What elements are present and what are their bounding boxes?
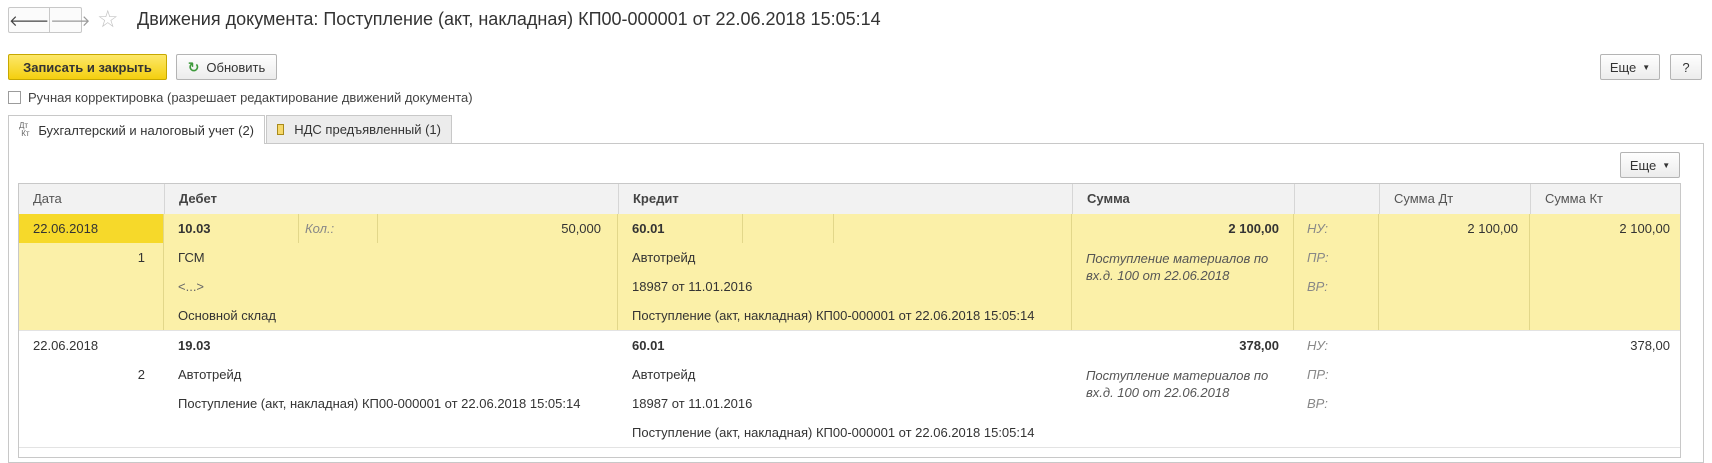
debit-subconto-2: Поступление (акт, накладная) КП00-000001… <box>178 396 581 411</box>
register-icon <box>277 124 285 135</box>
credit-subconto-3: Поступление (акт, накладная) КП00-000001… <box>632 425 1035 440</box>
col-sum[interactable]: Сумма <box>1072 184 1294 214</box>
credit-subconto-1: Автотрейд <box>632 367 696 382</box>
row-number: 2 <box>137 367 145 382</box>
posting-sum: 2 100,00 <box>1228 221 1279 236</box>
vr-label: ВР: <box>1307 279 1328 294</box>
chevron-down-icon: ▼ <box>1642 62 1651 72</box>
debit-account: 19.03 <box>178 338 211 353</box>
col-date[interactable]: Дата <box>19 184 164 214</box>
debit-subconto-3: Основной склад <box>178 308 276 323</box>
nu-sum-kt: 2 100,00 <box>1619 221 1670 236</box>
chevron-down-icon: ▼ <box>1662 160 1671 170</box>
table-row[interactable]: 22.06.2018 1 10.03 Кол.: 50,000 ГСМ <...… <box>19 214 1680 330</box>
credit-subconto-3: Поступление (акт, накладная) КП00-000001… <box>632 308 1035 323</box>
col-credit[interactable]: Кредит <box>618 184 1072 214</box>
column-divider <box>377 214 378 243</box>
manual-edit-checkbox[interactable] <box>8 91 21 104</box>
column-divider <box>1293 214 1294 330</box>
credit-subconto-2: 18987 от 11.01.2016 <box>632 279 753 294</box>
table-header: Дата Дебет Кредит Сумма Сумма Дт Сумма К… <box>19 184 1680 215</box>
pr-label: ПР: <box>1307 250 1329 265</box>
manual-edit-option[interactable]: Ручная корректировка (разрешает редактир… <box>8 90 473 105</box>
credit-subconto-2: 18987 от 11.01.2016 <box>632 396 753 411</box>
row-divider <box>19 447 1680 448</box>
more-button[interactable]: Еще ▼ <box>1600 54 1660 80</box>
pr-label: ПР: <box>1307 367 1329 382</box>
postings-table[interactable]: Дата Дебет Кредит Сумма Сумма Дт Сумма К… <box>18 183 1681 458</box>
tab-vat[interactable]: НДС предъявленный (1) <box>266 115 452 143</box>
posting-description: Поступление материалов по вх.д. 100 от 2… <box>1086 368 1269 400</box>
debit-quantity: 50,000 <box>561 221 601 236</box>
help-button[interactable]: ? <box>1670 54 1702 80</box>
window-title: Движения документа: Поступление (акт, на… <box>137 9 881 29</box>
back-button[interactable]: 🡐 <box>9 8 49 32</box>
column-divider <box>617 214 618 330</box>
debit-account: 10.03 <box>178 221 211 236</box>
column-divider <box>742 214 743 243</box>
table-row[interactable]: 22.06.2018 2 19.03 Автотрейд Поступление… <box>19 331 1680 447</box>
tab-accounting[interactable]: Дт Кт Бухгалтерский и налоговый учет (2) <box>8 115 265 144</box>
posting-sum: 378,00 <box>1239 338 1279 353</box>
more-label: Еще <box>1609 59 1637 75</box>
column-divider <box>833 214 834 243</box>
nu-sum-kt: 378,00 <box>1630 338 1670 353</box>
arrow-right-icon: 🡒 <box>50 12 91 30</box>
col-sum-kt[interactable]: Сумма Кт <box>1530 184 1682 214</box>
column-divider <box>298 214 299 243</box>
col-sum-dt[interactable]: Сумма Дт <box>1379 184 1530 214</box>
column-divider <box>163 214 164 330</box>
debit-subconto-1: Автотрейд <box>178 367 242 382</box>
manual-edit-label: Ручная корректировка (разрешает редактир… <box>28 90 473 105</box>
tab-vat-label: НДС предъявленный (1) <box>294 122 441 137</box>
nu-label: НУ: <box>1307 221 1329 236</box>
grid-more-button[interactable]: Еще ▼ <box>1620 152 1680 178</box>
qty-label: Кол.: <box>305 221 335 236</box>
debit-subconto-1: ГСМ <box>178 250 205 265</box>
row-number: 1 <box>137 250 145 265</box>
forward-button[interactable]: 🡒 <box>49 8 90 32</box>
credit-account: 60.01 <box>632 221 665 236</box>
save-and-close-button[interactable]: Записать и закрыть <box>8 54 167 80</box>
grid-more-label: Еще <box>1629 157 1657 173</box>
refresh-label: Обновить <box>206 59 266 75</box>
vr-label: ВР: <box>1307 396 1328 411</box>
posting-description: Поступление материалов по вх.д. 100 от 2… <box>1086 251 1269 283</box>
debit-subconto-2: <...> <box>178 279 205 294</box>
refresh-button[interactable]: ↻ Обновить <box>176 54 277 80</box>
history-nav: 🡐 🡒 <box>8 7 90 33</box>
credit-account: 60.01 <box>632 338 665 353</box>
refresh-icon: ↻ <box>187 58 200 75</box>
row-date: 22.06.2018 <box>33 221 99 236</box>
nu-label: НУ: <box>1307 338 1329 353</box>
tab-accounting-label: Бухгалтерский и налоговый учет (2) <box>38 122 254 138</box>
col-debit[interactable]: Дебет <box>164 184 618 214</box>
nu-sum-dt: 2 100,00 <box>1467 221 1518 236</box>
star-icon[interactable]: ☆ <box>97 6 119 34</box>
arrow-left-icon: 🡐 <box>9 12 50 30</box>
credit-subconto-1: Автотрейд <box>632 250 696 265</box>
col-tax-type[interactable] <box>1294 184 1379 214</box>
row-date: 22.06.2018 <box>33 338 99 353</box>
dt-kt-icon: Дт Кт <box>19 121 30 138</box>
